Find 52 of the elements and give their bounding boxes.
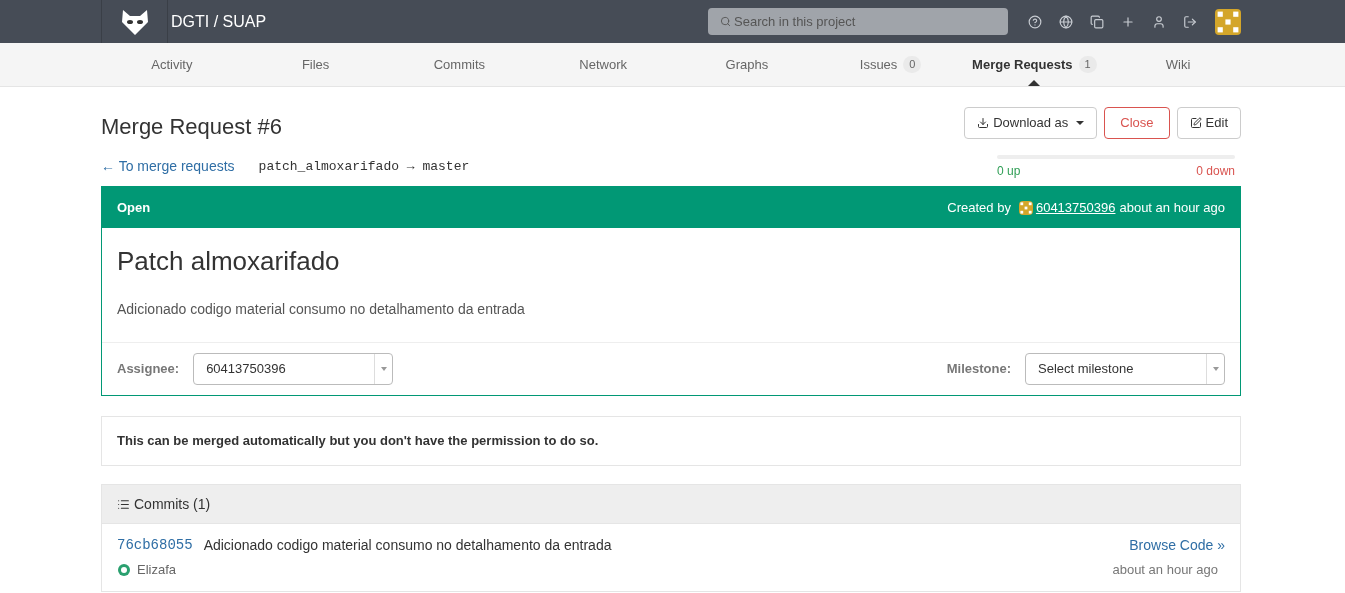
commit-message: Adicionado codigo material consumo no detalhamento da entrada — [203, 536, 612, 555]
fox-logo-icon[interactable] — [119, 7, 150, 36]
copy-icon[interactable] — [1090, 14, 1104, 29]
logout-icon[interactable] — [1183, 14, 1197, 29]
help-icon[interactable] — [1028, 14, 1042, 29]
commit-sha[interactable]: 76cb68055 — [117, 535, 193, 556]
assignee-label: Assignee: — [117, 360, 180, 379]
merge-request-heading: Patch almoxarifado — [117, 245, 341, 278]
edit-button[interactable]: Edit — [1176, 107, 1241, 139]
globe-icon[interactable] — [1059, 14, 1073, 29]
download-icon — [977, 117, 990, 129]
milestone-label: Milestone: — [946, 360, 1011, 379]
nav-tab[interactable]: Graphs — [725, 54, 769, 75]
count-badge: 0 — [903, 56, 922, 73]
browse-code-link[interactable]: Browse Code » — [1129, 535, 1225, 556]
count-badge: 1 — [1078, 56, 1097, 73]
author-avatar — [1018, 200, 1033, 215]
created-by-label: Created by — [947, 198, 1011, 217]
nav-tab[interactable]: Merge Requests 1 — [972, 54, 1097, 75]
merge-notice: This can be merged automatically but you don't have the permission to do so. — [117, 432, 599, 451]
nav-tab[interactable]: Wiki — [1165, 54, 1191, 75]
list-icon — [117, 497, 130, 511]
download-button[interactable]: Download as — [964, 107, 1098, 139]
user-icon[interactable] — [1152, 14, 1166, 29]
branch-names: patch_almoxarifado → master — [258, 157, 470, 176]
close-button[interactable]: Close — [1104, 107, 1170, 139]
downvote-count: 0 down — [1196, 163, 1235, 180]
status-label: Open — [117, 198, 151, 217]
upvote-count: 0 up — [997, 163, 1021, 180]
search-icon — [720, 16, 731, 27]
commits-title: Commits (1) — [134, 494, 211, 514]
commit-author: Elizafa — [137, 561, 177, 579]
author-link[interactable]: 60413750396 — [1035, 197, 1116, 218]
active-tab-marker — [1028, 80, 1041, 86]
commit-time: about an hour ago — [1112, 561, 1218, 579]
plus-icon[interactable] — [1121, 14, 1135, 29]
project-title[interactable]: DGTI / SUAP — [171, 9, 267, 34]
nav-tab[interactable]: Issues 0 — [859, 54, 922, 75]
nav-tab[interactable]: Files — [301, 54, 330, 75]
created-time: about an hour ago — [1119, 198, 1225, 217]
nav-tab[interactable]: Network — [579, 54, 627, 75]
assignee-select[interactable]: 60413750396 — [193, 353, 394, 385]
nav-tab[interactable]: Commits — [433, 54, 485, 75]
search-field[interactable]: Search in this project — [708, 8, 1008, 35]
author-avatar — [117, 562, 131, 577]
user-avatar — [1215, 8, 1241, 35]
back-link[interactable]: ← To merge requests — [101, 156, 235, 177]
page-title: Merge Request #6 — [101, 113, 283, 141]
nav-tab[interactable]: Activity — [151, 54, 193, 75]
milestone-select[interactable]: Select milestone — [1025, 353, 1225, 385]
edit-icon — [1189, 117, 1202, 129]
merge-request-description: Adicionado codigo material consumo no detalhamento da entrada — [117, 300, 526, 319]
